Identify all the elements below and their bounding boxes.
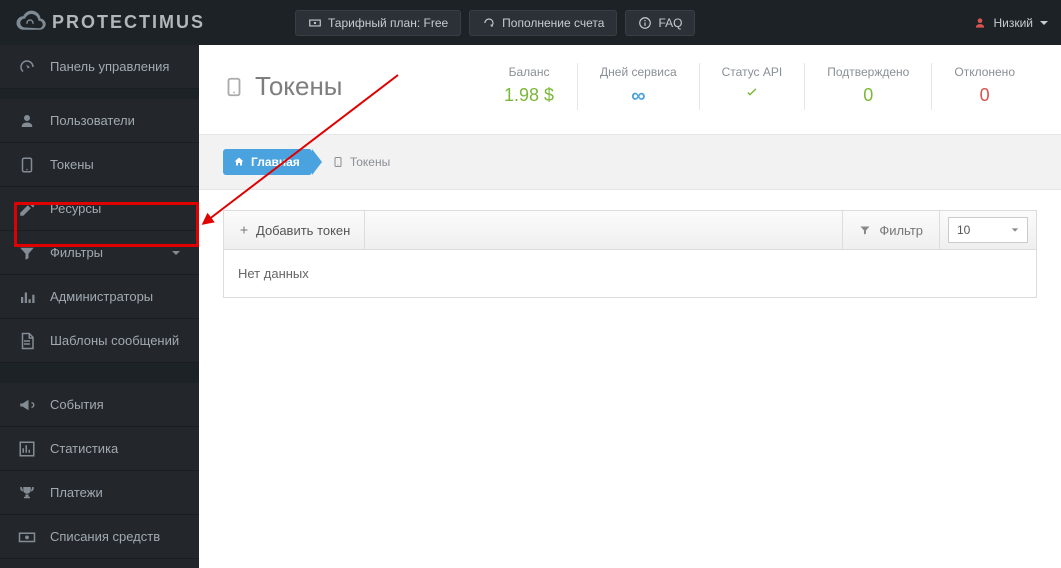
plus-icon bbox=[238, 224, 250, 236]
logo-icon bbox=[12, 9, 48, 37]
sidebar-item-tokens[interactable]: Токены bbox=[0, 143, 199, 187]
page-title: Токены bbox=[223, 71, 342, 102]
brand-logo: PROTECTIMUS bbox=[12, 9, 205, 37]
main-content: Токены Баланс 1.98 $ Дней сервиса ∞ Стат… bbox=[199, 45, 1061, 568]
breadcrumb-home[interactable]: Главная bbox=[223, 149, 312, 175]
header-stats: Баланс 1.98 $ Дней сервиса ∞ Статус API … bbox=[481, 63, 1037, 110]
tablet-icon bbox=[223, 76, 245, 98]
sidebar-item-label: Шаблоны сообщений bbox=[50, 333, 179, 348]
edit-icon bbox=[18, 200, 36, 218]
caret-down-icon bbox=[171, 248, 181, 258]
sidebar-item-payments[interactable]: Платежи bbox=[0, 471, 199, 515]
info-icon bbox=[638, 16, 652, 30]
check-icon bbox=[741, 85, 763, 101]
sidebar-item-stats[interactable]: Статистика bbox=[0, 427, 199, 471]
sidebar-item-label: Ресурсы bbox=[50, 201, 101, 216]
document-icon bbox=[18, 332, 36, 350]
page-size-wrapper: 10 bbox=[939, 211, 1036, 249]
topup-button[interactable]: Пополнение счета bbox=[469, 10, 617, 36]
megaphone-icon bbox=[18, 396, 36, 414]
tablet-icon bbox=[332, 156, 344, 168]
stat-balance: Баланс 1.98 $ bbox=[481, 63, 577, 110]
sidebar-item-label: Списания средств bbox=[50, 529, 160, 544]
chart-icon bbox=[18, 440, 36, 458]
home-icon bbox=[233, 156, 245, 168]
plan-button[interactable]: Тарифный план: Free bbox=[295, 10, 461, 36]
filter-icon bbox=[859, 224, 871, 236]
sidebar-item-resources[interactable]: Ресурсы bbox=[0, 187, 199, 231]
user-menu[interactable]: Низкий bbox=[973, 16, 1049, 30]
breadcrumb-tokens[interactable]: Токены bbox=[312, 149, 402, 175]
tablet-icon bbox=[18, 156, 36, 174]
infinity-icon: ∞ bbox=[600, 85, 677, 108]
toolbar: Добавить токен Фильтр 10 bbox=[223, 210, 1037, 250]
stat-declined: Отклонено 0 bbox=[931, 63, 1037, 110]
sidebar-item-users[interactable]: Пользователи bbox=[0, 99, 199, 143]
page-header: Токены Баланс 1.98 $ Дней сервиса ∞ Стат… bbox=[199, 45, 1061, 135]
sidebar: Панель управления Пользователи Токены Ре… bbox=[0, 45, 199, 568]
bars-icon bbox=[18, 288, 36, 306]
content-area: Добавить токен Фильтр 10 Нет данных bbox=[199, 190, 1061, 318]
sidebar-item-events[interactable]: События bbox=[0, 383, 199, 427]
dashboard-icon bbox=[18, 58, 36, 76]
sidebar-item-label: Панель управления bbox=[50, 59, 169, 74]
trophy-icon bbox=[18, 484, 36, 502]
caret-down-icon bbox=[1011, 226, 1019, 234]
sidebar-item-filters[interactable]: Фильтры bbox=[0, 231, 199, 275]
stat-days: Дней сервиса ∞ bbox=[577, 63, 699, 110]
filter-icon bbox=[18, 244, 36, 262]
user-icon bbox=[18, 112, 36, 130]
topbar: PROTECTIMUS Тарифный план: Free Пополнен… bbox=[0, 0, 1061, 45]
user-icon bbox=[973, 16, 987, 30]
sidebar-item-charges[interactable]: Списания средств bbox=[0, 515, 199, 559]
sidebar-item-templates[interactable]: Шаблоны сообщений bbox=[0, 319, 199, 363]
stat-confirmed: Подтверждено 0 bbox=[804, 63, 931, 110]
sidebar-item-label: Токены bbox=[50, 157, 94, 172]
caret-down-icon bbox=[1039, 18, 1049, 28]
sidebar-item-dashboard[interactable]: Панель управления bbox=[0, 45, 199, 89]
sidebar-item-label: Фильтры bbox=[50, 245, 103, 260]
table-empty: Нет данных bbox=[223, 250, 1037, 298]
filter-button[interactable]: Фильтр bbox=[842, 211, 939, 249]
sidebar-item-label: Пользователи bbox=[50, 113, 135, 128]
page-size-select[interactable]: 10 bbox=[948, 217, 1028, 243]
cash-icon bbox=[18, 528, 36, 546]
add-token-button[interactable]: Добавить токен bbox=[224, 211, 365, 249]
stat-api: Статус API bbox=[699, 63, 805, 110]
faq-button[interactable]: FAQ bbox=[625, 10, 695, 36]
money-icon bbox=[308, 16, 322, 30]
sidebar-item-admins[interactable]: Администраторы bbox=[0, 275, 199, 319]
sidebar-item-label: Платежи bbox=[50, 485, 103, 500]
sidebar-item-label: Администраторы bbox=[50, 289, 153, 304]
sidebar-item-label: События bbox=[50, 397, 104, 412]
sidebar-item-label: Статистика bbox=[50, 441, 118, 456]
breadcrumb: Главная Токены bbox=[199, 135, 1061, 190]
refresh-icon bbox=[482, 16, 496, 30]
topbar-buttons: Тарифный план: Free Пополнение счета FAQ bbox=[295, 10, 695, 36]
